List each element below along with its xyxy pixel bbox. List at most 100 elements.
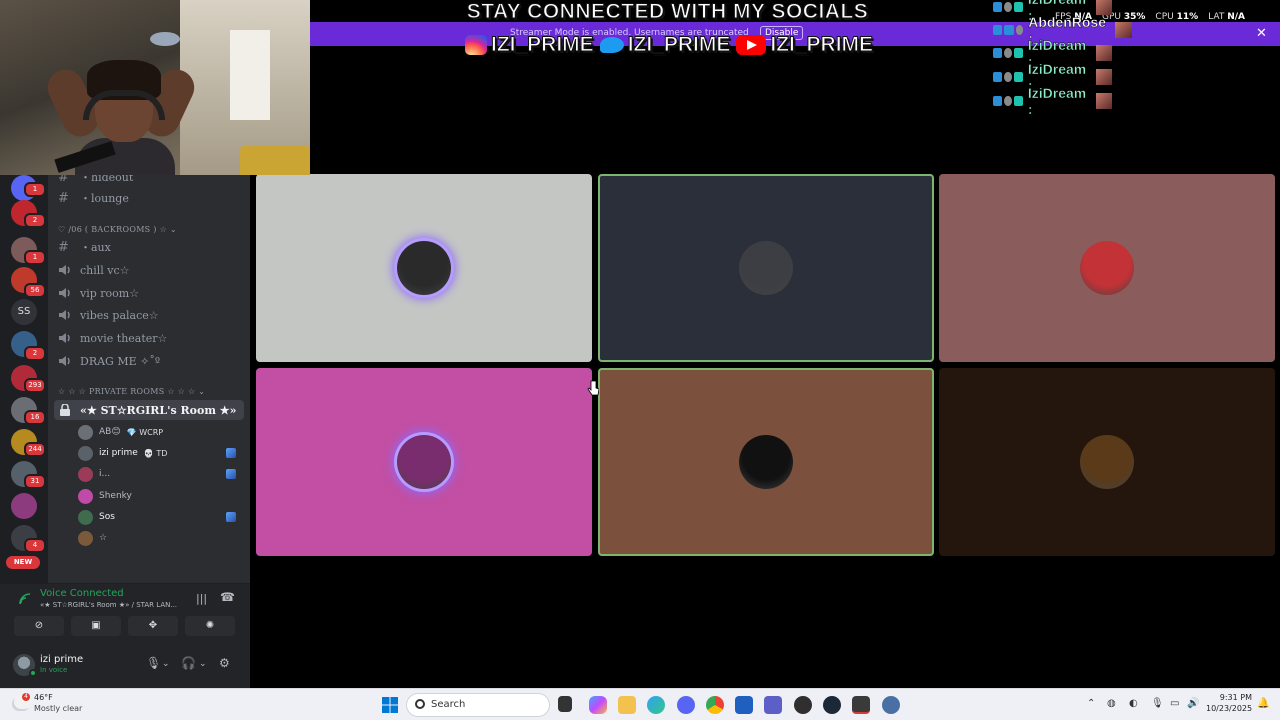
category-backrooms[interactable]: ♡ /06 ( BACKROOMS ) ☆ ⌄ [58,225,177,234]
category-private-rooms[interactable]: ☆ ☆ ☆ PRIVATE ROOMS ☆ ☆ ☆ ⌄ [58,387,205,396]
tile-user-3[interactable] [939,174,1275,362]
file-explorer-icon[interactable] [618,696,636,714]
disconnect-icon[interactable]: ☎ [220,590,235,604]
streaming-icon [226,469,236,479]
edge-icon[interactable] [647,696,665,714]
close-icon[interactable]: ✕ [1256,26,1267,41]
channel-vip-room[interactable]: vip room☆ [58,283,139,303]
windows-start-icon[interactable] [381,696,399,714]
headphones-icon[interactable]: 🎧 [181,656,196,670]
text-channel-icon: # [58,190,69,206]
mention-badge: 31 [24,474,46,489]
screen-share-button[interactable]: ▣ [71,616,121,636]
discord-icon[interactable] [677,696,695,714]
noise-suppression-icon[interactable]: ||| [196,592,207,605]
network-icon[interactable]: ▭ [1170,698,1179,709]
signal-icon[interactable] [18,592,32,606]
voice-user[interactable]: Sos [78,507,236,527]
tile-user-5[interactable] [598,368,934,556]
voice-room-path[interactable]: «★ ST☆RGIRL's Room ★» / STAR LAN... [40,601,177,609]
voice-user[interactable]: AB😊 💎 WCRP [78,422,163,442]
channel-aux[interactable]: # ・aux [58,237,111,257]
server-tag: 💎 WCRP [126,427,164,437]
chevron-down-icon[interactable]: ⌄ [162,659,170,669]
tray-app-icon[interactable]: ◐ [1129,698,1138,709]
clock-time[interactable]: 9:31 PM [1218,693,1252,702]
channel-chill-vc[interactable]: chill vc☆ [58,260,130,280]
taskbar-search[interactable]: Search [406,693,550,717]
copilot-icon[interactable] [589,696,607,714]
terminal-icon[interactable] [558,696,572,712]
channel-drag-me[interactable]: DRAG ME ✧˚º [58,351,160,371]
windows-taskbar: 4 46°F Mostly clear Search ⌃ ◍ ◐ 🎙 ▭ 🔊 9… [0,688,1280,720]
chat-message: IziDream : [993,85,1113,117]
tray-app-icon[interactable]: ◍ [1107,698,1116,709]
emote-icon [1095,45,1113,61]
emote-icon [1095,0,1113,15]
voice-user-name: i... [99,469,111,479]
activities-button[interactable]: ✥ [128,616,178,636]
emote-icon [1114,22,1132,38]
avatar [78,424,93,440]
prime-badge-icon [993,25,1003,35]
clock-date[interactable]: 10/23/2025 [1206,704,1252,713]
server-tag: 💀 TD [143,448,168,458]
server-icon-ss[interactable]: SS [11,299,37,325]
microphone-icon[interactable]: 🎙 [1151,698,1164,709]
voice-user[interactable]: i... [78,464,236,484]
user-name[interactable]: izi prime [40,654,83,665]
tile-user-2[interactable] [598,174,934,362]
youtube-icon [736,35,767,55]
sub-badge-icon [1013,96,1023,106]
gear-icon[interactable]: ⚙ [219,656,230,670]
social-youtube: IZI_PRIME [736,33,874,57]
app-active-icon[interactable] [852,696,870,714]
prime-badge-icon [993,48,1003,58]
store-icon[interactable] [735,696,753,714]
social-handle: IZI_PRIME [491,33,595,57]
tile-user-6[interactable] [939,368,1275,556]
microphone-icon[interactable]: 🎙 [146,656,161,670]
tile-user-4[interactable] [256,368,592,556]
steam-icon[interactable] [823,696,841,714]
mention-badge: 16 [24,410,46,425]
notification-icon[interactable]: 🔔 [1257,698,1269,709]
social-handle: IZI_PRIME [627,33,731,57]
chat-username: IziDream : [1027,85,1087,117]
volume-icon[interactable]: 🔊 [1187,698,1199,709]
webcam-feed [0,0,310,175]
chevron-up-icon[interactable]: ⌃ [1087,698,1095,709]
voice-user[interactable]: izi prime 💀 TD [78,443,236,463]
voice-user[interactable]: ☆ [78,528,107,548]
social-twitter: IZI_PRIME [599,33,731,57]
text-channel-icon: # [58,175,69,185]
chrome-icon[interactable] [706,696,724,714]
channel-lounge[interactable]: # ・lounge [58,188,129,208]
new-badge: NEW [6,556,40,569]
weather-temperature[interactable]: 46°F [34,693,53,702]
weather-description[interactable]: Mostly clear [34,704,82,713]
mention-badge: 293 [24,378,46,393]
server-icon[interactable] [11,493,37,519]
soundboard-button[interactable]: ✺ [185,616,235,636]
screen: STAY CONNECTED WITH MY SOCIALS Streamer … [0,0,1280,720]
channel-vibes-palace[interactable]: vibes palace☆ [58,305,159,325]
obs-icon[interactable] [794,696,812,714]
online-status-icon [29,669,37,677]
voice-status[interactable]: Voice Connected [40,588,124,599]
speaker-icon [59,288,70,298]
teams-icon[interactable] [764,696,782,714]
channel-movie-theater[interactable]: movie theater☆ [58,328,167,348]
voice-user-name: Sos [99,512,115,522]
voice-user[interactable]: Shenky [78,486,132,506]
tile-user-1[interactable] [256,174,592,362]
camera-off-button[interactable]: ⊘ [14,616,64,636]
prime-badge-icon [993,96,1003,106]
channel-hideout[interactable]: # ・hideout [58,175,133,187]
chevron-down-icon[interactable]: ⌄ [199,659,207,669]
channel-label: «★ ST☆RGIRL's Room ★» [80,403,237,417]
activities-icon: ✥ [148,620,158,631]
channel-stargirl-room[interactable]: «★ ST☆RGIRL's Room ★» [54,400,244,420]
settings-icon[interactable] [882,696,900,714]
avatar [739,435,793,489]
